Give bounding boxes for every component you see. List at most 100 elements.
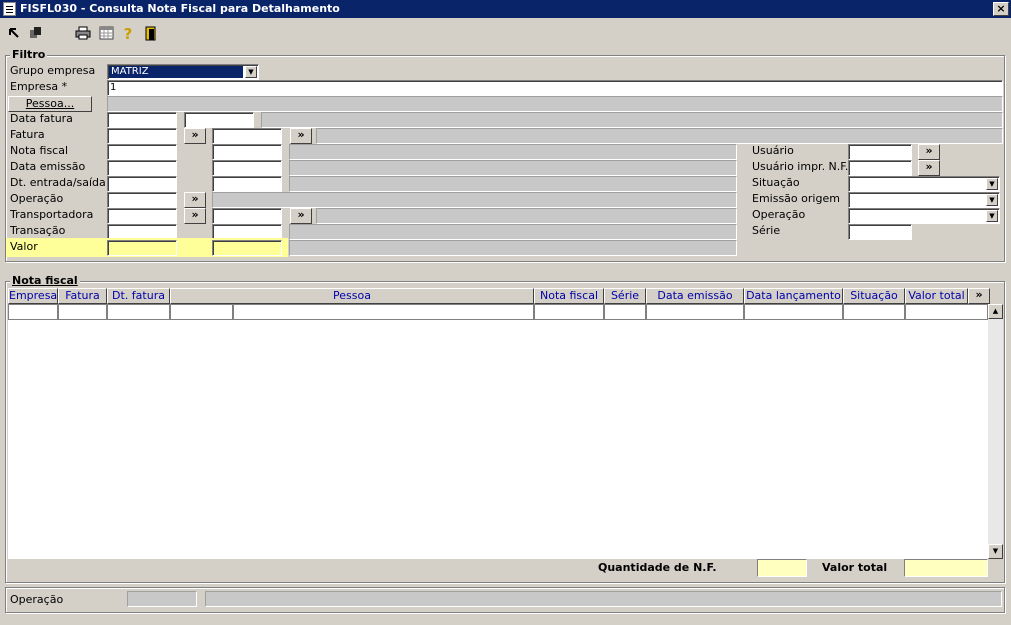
quantidade-nf-label: Quantidade de N.F. xyxy=(598,561,717,574)
valor-to-input[interactable] xyxy=(212,240,282,256)
chevron-down-icon[interactable]: ▼ xyxy=(245,66,257,78)
chevron-down-icon[interactable]: ▼ xyxy=(986,210,998,222)
fatura-lookup-button[interactable]: » xyxy=(184,128,206,144)
operacao-label: Operação xyxy=(10,192,64,205)
data-emissao-display xyxy=(289,160,737,176)
column-header-dt-fatura[interactable]: Dt. fatura xyxy=(107,288,170,304)
pessoa-button-label: Pessoa... xyxy=(25,97,75,110)
table-cell[interactable] xyxy=(233,304,534,320)
fatura-label: Fatura xyxy=(10,128,45,141)
dt-entrada-saida-from-input[interactable] xyxy=(107,176,177,192)
table-cell[interactable] xyxy=(58,304,107,320)
transportadora-lookup-button[interactable]: » xyxy=(184,208,206,224)
status-operacao-label: Operação xyxy=(10,593,64,606)
serie-input[interactable] xyxy=(848,224,912,240)
table-cell[interactable] xyxy=(8,304,58,320)
column-header-data-emissao[interactable]: Data emissão xyxy=(646,288,744,304)
nota-fiscal-from-input[interactable] xyxy=(107,144,177,160)
status-operacao-description xyxy=(205,591,1002,607)
operacao-lookup-button[interactable]: » xyxy=(184,192,206,208)
valor-total-label: Valor total xyxy=(822,561,888,574)
nota-fiscal-display xyxy=(289,144,737,160)
dt-entrada-saida-to-input[interactable] xyxy=(212,176,282,192)
column-header-fatura[interactable]: Fatura xyxy=(58,288,107,304)
vertical-scrollbar[interactable]: ▲ ▼ xyxy=(988,304,1003,559)
copy-icon[interactable] xyxy=(28,26,44,42)
table-cell[interactable] xyxy=(534,304,604,320)
data-emissao-to-input[interactable] xyxy=(212,160,282,176)
column-header-serie[interactable]: Série xyxy=(604,288,646,304)
situacao-select[interactable]: ▼ xyxy=(848,176,1000,192)
usuario-impr-label: Usuário impr. N.F. xyxy=(752,160,849,173)
exit-door-icon[interactable] xyxy=(143,26,159,42)
column-header-situacao[interactable]: Situação xyxy=(843,288,905,304)
transportadora-label: Transportadora xyxy=(10,208,94,221)
dt-entrada-saida-display xyxy=(289,176,737,192)
data-fatura-display xyxy=(261,112,1003,128)
serie-label: Série xyxy=(752,224,781,237)
empresa-label: Empresa * xyxy=(10,80,68,93)
usuario-lookup-button[interactable]: » xyxy=(918,144,940,160)
fatura-to-input[interactable] xyxy=(212,128,282,144)
usuario-impr-input[interactable] xyxy=(848,160,912,176)
calendar-icon[interactable] xyxy=(98,26,114,42)
nota-fiscal-legend: Nota fiscal xyxy=(10,274,80,287)
table-body[interactable] xyxy=(8,304,988,559)
column-header-pessoa[interactable]: Pessoa xyxy=(170,288,534,304)
transportadora-to-input[interactable] xyxy=(212,208,282,224)
table-cell[interactable] xyxy=(604,304,646,320)
operacao-input[interactable] xyxy=(107,192,177,208)
column-header-empresa[interactable]: Empresa xyxy=(8,288,58,304)
situacao-label: Situação xyxy=(752,176,800,189)
table-cell[interactable] xyxy=(843,304,905,320)
close-button[interactable]: × xyxy=(993,2,1009,16)
data-fatura-label: Data fatura xyxy=(10,112,73,125)
arrow-icon[interactable] xyxy=(6,26,22,42)
chevron-down-icon[interactable]: ▼ xyxy=(986,178,998,190)
data-fatura-from-input[interactable] xyxy=(107,112,177,128)
operacao-right-label: Operação xyxy=(752,208,806,221)
print-icon[interactable] xyxy=(75,26,91,42)
valor-from-input[interactable] xyxy=(107,240,177,256)
scroll-up-arrow-icon[interactable]: ▲ xyxy=(988,304,1003,319)
table-cell[interactable] xyxy=(170,304,233,320)
column-header-data-lancamento[interactable]: Data lançamento xyxy=(744,288,843,304)
pessoa-button[interactable]: Pessoa... xyxy=(8,96,92,112)
table-cell[interactable] xyxy=(744,304,843,320)
transportadora-from-input[interactable] xyxy=(107,208,177,224)
more-columns-button[interactable]: » xyxy=(968,288,990,304)
help-icon[interactable]: ? xyxy=(120,26,136,42)
emissao-origem-select[interactable]: ▼ xyxy=(848,192,1000,208)
transportadora-to-lookup-button[interactable]: » xyxy=(290,208,312,224)
empresa-input[interactable]: 1 xyxy=(107,80,1003,96)
window-title: FISFL030 - Consulta Nota Fiscal para Det… xyxy=(20,2,340,15)
usuario-impr-lookup-button[interactable]: » xyxy=(918,160,940,176)
transportadora-display xyxy=(316,208,737,224)
status-operacao-code xyxy=(127,591,197,607)
operacao-display xyxy=(212,192,737,208)
grupo-empresa-label: Grupo empresa xyxy=(10,64,96,77)
nota-fiscal-to-input[interactable] xyxy=(212,144,282,160)
data-fatura-to-input[interactable] xyxy=(184,112,254,128)
dt-entrada-saida-label: Dt. entrada/saída xyxy=(10,176,106,189)
fatura-to-lookup-button[interactable]: » xyxy=(290,128,312,144)
title-bar: FISFL030 - Consulta Nota Fiscal para Det… xyxy=(0,0,1011,18)
transacao-label: Transação xyxy=(10,224,66,237)
quantidade-nf-field xyxy=(757,559,807,577)
grupo-empresa-select[interactable]: MATRIZ ▼ xyxy=(107,64,259,80)
data-emissao-label: Data emissão xyxy=(10,160,86,173)
column-header-nota-fiscal[interactable]: Nota fiscal xyxy=(534,288,604,304)
fatura-from-input[interactable] xyxy=(107,128,177,144)
table-cell[interactable] xyxy=(107,304,170,320)
chevron-down-icon[interactable]: ▼ xyxy=(986,194,998,206)
scroll-down-arrow-icon[interactable]: ▼ xyxy=(988,544,1003,559)
operacao-select[interactable]: ▼ xyxy=(848,208,1000,224)
usuario-label: Usuário xyxy=(752,144,794,157)
filter-legend: Filtro xyxy=(10,48,48,61)
pessoa-display xyxy=(107,96,1003,112)
data-emissao-from-input[interactable] xyxy=(107,160,177,176)
usuario-input[interactable] xyxy=(848,144,912,160)
table-cell[interactable] xyxy=(646,304,744,320)
column-header-valor-total[interactable]: Valor total xyxy=(905,288,968,304)
table-cell[interactable] xyxy=(905,304,988,320)
